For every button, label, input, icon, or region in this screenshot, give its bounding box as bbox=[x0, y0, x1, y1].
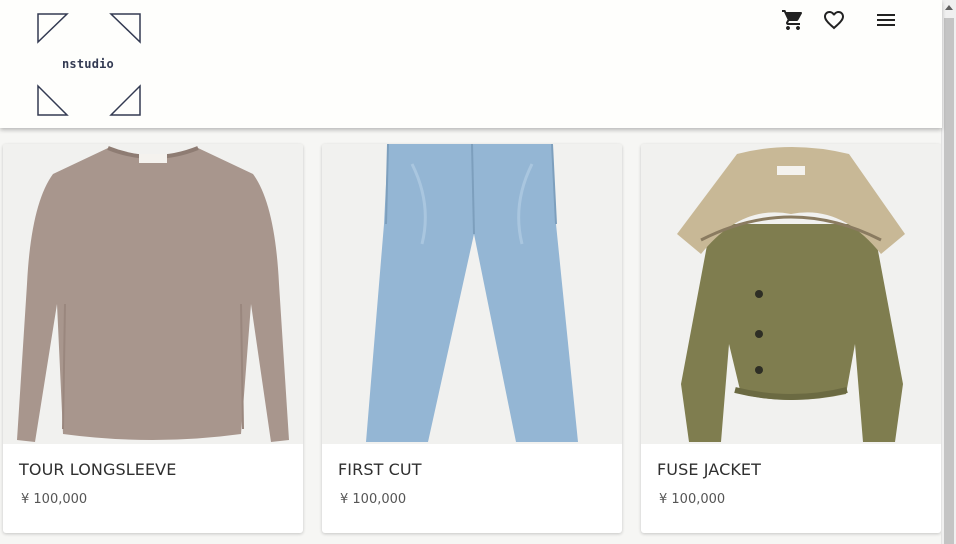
scroll-up-arrow-icon[interactable] bbox=[945, 5, 953, 10]
product-name[interactable]: TOUR LONGSLEEVE bbox=[19, 460, 176, 479]
scrollbar-thumb[interactable] bbox=[944, 18, 954, 544]
product-card[interactable]: FIRST CUT ¥ 100,000 bbox=[322, 144, 622, 533]
jacket-image bbox=[641, 144, 941, 444]
product-price: ¥ 100,000 bbox=[659, 492, 726, 507]
jeans-image bbox=[322, 144, 622, 444]
product-price: ¥ 100,000 bbox=[21, 492, 88, 507]
product-image[interactable] bbox=[641, 144, 941, 444]
product-card[interactable]: FUSE JACKET ¥ 100,000 bbox=[641, 144, 941, 533]
product-image[interactable] bbox=[322, 144, 622, 444]
vertical-scrollbar[interactable] bbox=[941, 0, 956, 544]
brand-name: nstudio bbox=[62, 57, 114, 71]
product-name[interactable]: FUSE JACKET bbox=[657, 460, 761, 479]
site-header: nstudio bbox=[0, 0, 942, 128]
cart-icon[interactable] bbox=[780, 8, 806, 32]
heart-icon[interactable] bbox=[821, 8, 847, 32]
product-card[interactable]: TOUR LONGSLEEVE ¥ 100,000 bbox=[3, 144, 303, 533]
page: { "brand": { "name": "nstudio", "logo_ic… bbox=[0, 0, 956, 544]
longsleeve-image bbox=[3, 144, 303, 444]
brand-logo[interactable]: nstudio bbox=[36, 12, 142, 116]
menu-icon[interactable] bbox=[873, 8, 899, 32]
product-name[interactable]: FIRST CUT bbox=[338, 460, 422, 479]
product-image[interactable] bbox=[3, 144, 303, 444]
product-price: ¥ 100,000 bbox=[340, 492, 407, 507]
